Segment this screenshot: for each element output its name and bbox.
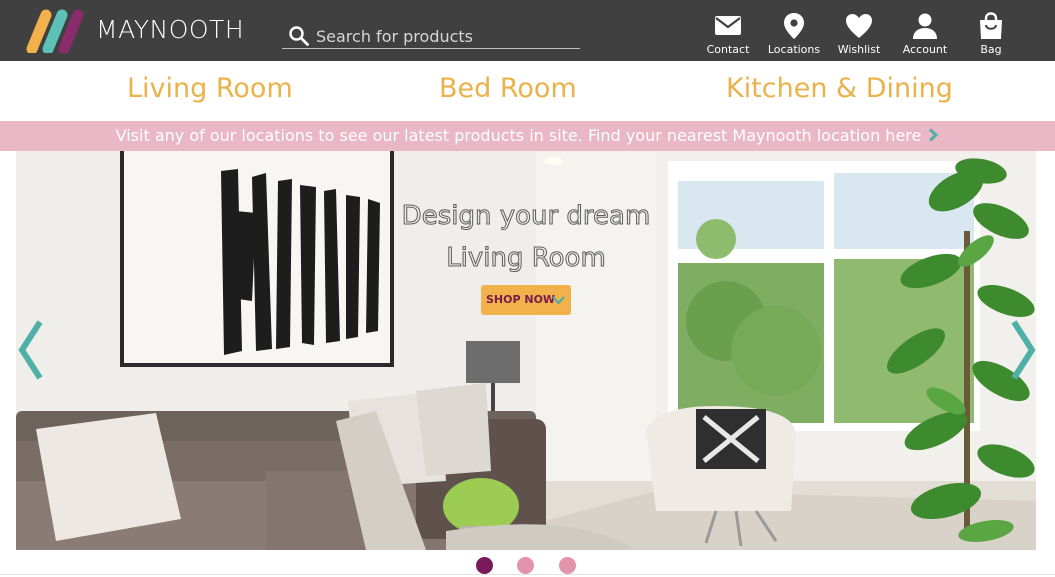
- nav-account-label: Account: [902, 43, 948, 56]
- hero-carousel: Design your dream Living Room SHOP NOW: [16, 151, 1036, 550]
- nav-account[interactable]: Account: [900, 11, 950, 57]
- user-icon: [913, 13, 937, 39]
- map-pin-icon: [784, 13, 804, 39]
- carousel-dot-3[interactable]: [559, 557, 576, 574]
- carousel-dot-1[interactable]: [476, 557, 493, 574]
- nav-bag[interactable]: Bag: [975, 11, 1007, 57]
- chevron-down-icon: [552, 296, 565, 305]
- shop-now-button[interactable]: SHOP NOW: [481, 285, 571, 315]
- category-living-room[interactable]: Living Room: [127, 73, 293, 104]
- carousel-dots: [0, 556, 1055, 576]
- envelope-icon: [715, 16, 741, 35]
- site-header: MAYNOOTH Contact Locations Wishlist: [0, 0, 1055, 61]
- hero-title: Design your dream Living Room: [346, 195, 706, 279]
- hero-title-line2: Living Room: [446, 243, 607, 274]
- hero-title-line1: Design your dream: [401, 201, 651, 232]
- carousel-dot-2[interactable]: [517, 557, 534, 574]
- nav-wishlist-label: Wishlist: [837, 43, 881, 56]
- carousel-next-icon[interactable]: [1008, 318, 1036, 382]
- brand-logo-icon[interactable]: [26, 9, 90, 53]
- shop-now-label: SHOP NOW: [486, 293, 556, 306]
- promo-banner: Visit any of our locations to see our la…: [0, 121, 1055, 151]
- search-bar: [282, 23, 580, 49]
- category-nav: Living Room Bed Room Kitchen & Dining: [0, 61, 1055, 121]
- carousel-prev-icon[interactable]: [16, 318, 46, 382]
- search-input[interactable]: [316, 24, 576, 48]
- promo-text: Visit any of our locations to see our la…: [115, 126, 922, 145]
- brand-name[interactable]: MAYNOOTH: [96, 15, 244, 44]
- shopping-bag-icon: [980, 12, 1002, 39]
- search-icon[interactable]: [288, 25, 310, 47]
- nav-wishlist[interactable]: Wishlist: [835, 11, 883, 57]
- category-bed-room[interactable]: Bed Room: [439, 73, 577, 104]
- nav-locations[interactable]: Locations: [765, 11, 823, 57]
- nav-contact[interactable]: Contact: [706, 11, 750, 57]
- category-kitchen-dining[interactable]: Kitchen & Dining: [726, 73, 953, 104]
- nav-bag-label: Bag: [980, 43, 1002, 56]
- nav-locations-label: Locations: [767, 43, 821, 56]
- promo-link[interactable]: Visit any of our locations to see our la…: [116, 126, 940, 145]
- nav-contact-label: Contact: [706, 43, 750, 56]
- heart-icon: [846, 14, 872, 38]
- chevron-right-icon[interactable]: [927, 128, 939, 142]
